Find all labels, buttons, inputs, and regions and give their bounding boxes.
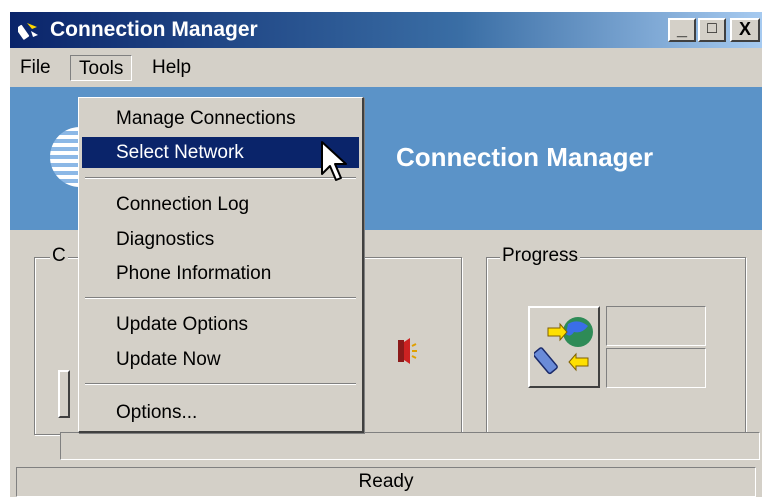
close-button[interactable]: X (730, 18, 760, 42)
speaker-icon (398, 338, 417, 364)
menu-item-manage-connections[interactable]: Manage Connections (82, 103, 359, 134)
title-bar[interactable]: Connection Manager _ □ X (10, 12, 762, 48)
menu-item-connection-log[interactable]: Connection Log (82, 189, 359, 220)
menu-item-phone-information[interactable]: Phone Information (82, 258, 359, 289)
window-title: Connection Manager (50, 18, 258, 41)
menu-item-update-options[interactable]: Update Options (82, 309, 359, 340)
banner-title: Connection Manager (396, 142, 654, 172)
status-bar: Ready (16, 467, 756, 497)
menu-separator (85, 177, 356, 179)
info-bar (60, 432, 760, 460)
phone-app-icon (18, 23, 38, 40)
menu-help[interactable]: Help (144, 55, 199, 81)
menu-item-diagnostics[interactable]: Diagnostics (82, 224, 359, 255)
mouse-cursor-icon (321, 141, 347, 181)
phone-globe-icon (534, 317, 593, 375)
progress-field-2 (606, 348, 706, 388)
menu-separator (85, 297, 356, 299)
progress-field-1 (606, 306, 706, 346)
minimize-button[interactable]: _ (668, 18, 696, 42)
globe-logo-icon (50, 127, 80, 187)
progress-groupbox (486, 257, 746, 435)
menu-item-select-network[interactable]: Select Network (82, 137, 359, 168)
menu-file[interactable]: File (12, 55, 59, 81)
progress-group-label: Progress (500, 245, 581, 267)
maximize-button[interactable]: □ (698, 18, 726, 42)
menu-tools[interactable]: Tools (70, 55, 133, 81)
connect-globe-button[interactable] (528, 306, 600, 388)
menu-bar: File Tools Help (10, 50, 762, 84)
menu-separator (85, 383, 356, 385)
connection-manager-window: Connection Manager _ □ X File Tools Help… (8, 10, 762, 497)
connect-button[interactable] (58, 370, 70, 418)
connection-group-label: C (50, 245, 68, 267)
menu-item-update-now[interactable]: Update Now (82, 344, 359, 375)
menu-item-options[interactable]: Options... (82, 397, 359, 428)
